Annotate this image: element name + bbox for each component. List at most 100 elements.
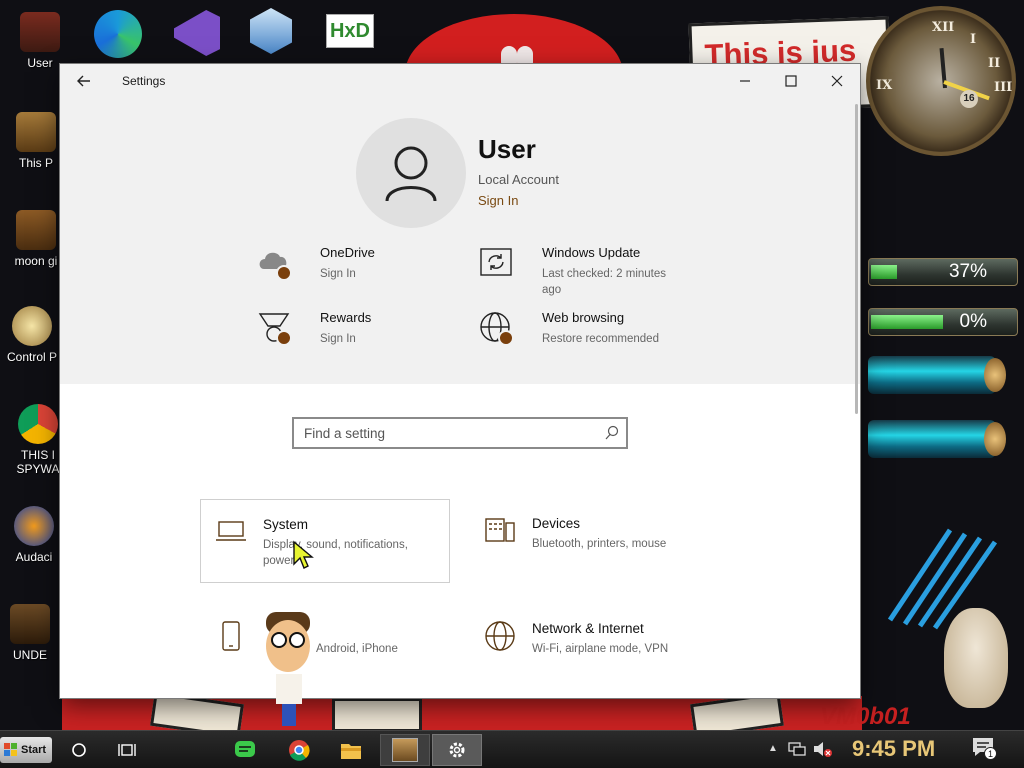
scrollbar[interactable] xyxy=(855,104,858,414)
taskbar-app-explorer[interactable] xyxy=(328,734,374,766)
service-windows-update[interactable]: Windows Update Last checked: 2 minutes a… xyxy=(478,245,688,301)
account-type: Local Account xyxy=(478,172,559,187)
watermark-text: VM0b01 xyxy=(820,703,911,730)
maximize-button[interactable] xyxy=(768,64,814,98)
network-icon[interactable] xyxy=(788,740,806,758)
notification-count-badge: 1 xyxy=(984,747,997,760)
moon-icon xyxy=(16,210,56,250)
search-input[interactable]: Find a setting xyxy=(292,417,628,449)
search-taskbar-button[interactable] xyxy=(56,734,102,766)
clock-numeral: III xyxy=(994,80,1013,95)
desktop-icon-label: Audaci xyxy=(15,550,53,564)
category-title: Network & Internet xyxy=(532,621,644,636)
settings-window: Settings User Local Account Sign In OneD… xyxy=(60,64,860,698)
title-bar[interactable]: Settings xyxy=(60,64,860,98)
wallpaper-panel xyxy=(332,698,422,730)
service-subtitle: Sign In xyxy=(320,333,356,345)
back-arrow-icon xyxy=(77,75,90,87)
clock-numeral: XII xyxy=(932,20,955,35)
desktop-icon-undertale[interactable]: UNDE xyxy=(2,604,58,662)
cartoon-character xyxy=(266,612,310,726)
back-button[interactable] xyxy=(68,66,100,96)
service-title: Rewards xyxy=(320,310,372,325)
search-icon xyxy=(605,425,619,440)
close-icon xyxy=(831,75,843,87)
start-label: Start xyxy=(21,744,47,756)
task-view-button[interactable] xyxy=(104,734,150,766)
desktop-icon-label: THIS I SPYWA xyxy=(16,448,60,476)
service-title: OneDrive xyxy=(320,245,375,260)
service-rewards[interactable]: Rewards Sign In xyxy=(256,310,466,366)
category-system[interactable]: System Display, sound, notifications, po… xyxy=(200,499,450,583)
wallpaper-bottom-art xyxy=(62,691,862,730)
account-header: User Local Account Sign In OneDrive Sign… xyxy=(60,98,860,384)
service-web-browsing[interactable]: Web browsing Restore recommended xyxy=(478,310,688,366)
category-phone[interactable]: Android, iPhone xyxy=(200,604,450,688)
taskbar-app-notes[interactable] xyxy=(222,734,268,766)
desktop-icon-user[interactable]: User xyxy=(12,12,68,70)
chrome-icon xyxy=(18,404,58,444)
minimize-button[interactable] xyxy=(722,64,768,98)
service-title: Windows Update xyxy=(542,245,641,260)
service-title: Web browsing xyxy=(542,310,625,325)
memory-gauge: 0% xyxy=(868,308,1018,336)
desktop-icon-this-pc[interactable]: This P xyxy=(8,112,64,170)
avatar[interactable] xyxy=(356,118,466,228)
taskbar-app-settings[interactable] xyxy=(432,734,482,766)
cpu-gauge-fill xyxy=(871,265,897,279)
taskbar-clock[interactable]: 9:45 PM xyxy=(852,736,935,762)
status-badge xyxy=(276,330,292,346)
lightbulb-icon xyxy=(12,306,52,346)
taskbar-app-chrome[interactable] xyxy=(276,734,322,766)
taskbar-app-game[interactable] xyxy=(380,734,430,766)
notification-center-button[interactable]: 1 xyxy=(972,737,998,763)
chevron-up-icon[interactable]: ▲ xyxy=(768,743,778,754)
hamster-decoration xyxy=(944,608,1008,708)
desktop-icon-label: moon gi xyxy=(14,254,58,268)
clock-numeral: I xyxy=(970,32,977,47)
desktop-icon-label: UNDE xyxy=(12,648,47,662)
game-thumb-icon xyxy=(392,738,418,762)
visual-studio-icon[interactable] xyxy=(174,10,220,56)
category-network[interactable]: Network & Internet Wi-Fi, airplane mode,… xyxy=(470,604,720,688)
category-title: Devices xyxy=(532,516,581,531)
taskbar: Start ▲ 9:45 PM 1 xyxy=(0,730,1024,768)
desktop-icon-chrome[interactable]: THIS I SPYWA xyxy=(10,404,66,476)
sign-in-link[interactable]: Sign In xyxy=(478,193,518,208)
category-devices[interactable]: Devices Bluetooth, printers, mouse xyxy=(470,499,720,583)
maximize-icon xyxy=(785,75,797,87)
clock-numeral: II xyxy=(988,56,1001,71)
category-title: System xyxy=(263,517,309,532)
desktop-icon-control-panel[interactable]: Control P xyxy=(4,306,60,364)
person-icon xyxy=(385,146,437,201)
minimize-icon xyxy=(740,80,750,82)
hxd-icon[interactable]: HxD xyxy=(326,14,374,48)
desktop-icon-moon[interactable]: moon gi xyxy=(8,210,64,268)
desktop-icon-label: This P xyxy=(18,156,53,170)
close-button[interactable] xyxy=(814,64,860,98)
user-name: User xyxy=(478,134,536,164)
update-icon xyxy=(478,245,514,281)
task-view-icon xyxy=(118,744,136,756)
phone-icon xyxy=(222,621,240,651)
desktop-icon-audacity[interactable]: Audaci xyxy=(6,506,62,564)
clock-numeral: IX xyxy=(876,78,893,93)
game-icon xyxy=(10,604,50,644)
edge-icon[interactable] xyxy=(94,10,142,58)
category-subtitle: Wi-Fi, airplane mode, VPN xyxy=(532,643,669,655)
service-subtitle: Sign In xyxy=(320,268,356,280)
user-folder-icon xyxy=(20,12,60,52)
memory-gauge-fill xyxy=(871,315,943,329)
circle-search-icon xyxy=(72,743,86,757)
start-button[interactable]: Start xyxy=(0,737,52,763)
windows-flag-icon xyxy=(4,743,17,756)
service-onedrive[interactable]: OneDrive Sign In xyxy=(256,245,466,301)
service-subtitle: Restore recommended xyxy=(542,333,659,345)
computer-icon xyxy=(16,112,56,152)
virtualbox-icon[interactable] xyxy=(250,8,292,54)
category-subtitle: Bluetooth, printers, mouse xyxy=(532,538,667,550)
laptop-icon xyxy=(216,521,246,541)
service-subtitle: Last checked: 2 minutes ago xyxy=(542,268,667,296)
volume-muted-icon[interactable] xyxy=(812,740,832,758)
chrome-icon xyxy=(289,740,310,761)
